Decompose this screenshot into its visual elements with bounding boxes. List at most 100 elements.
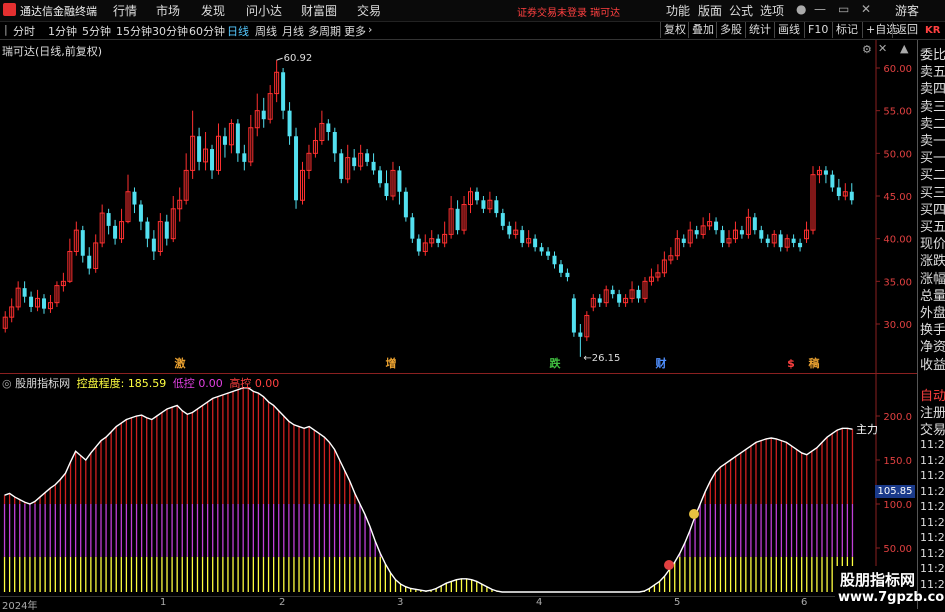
price-label: 60.00 xyxy=(883,64,912,75)
collapse-icon[interactable]: ▲ xyxy=(900,42,908,55)
menu-bar: 通达信金融终端 行情 市场 发现 问小达 财富圈 交易 证券交易未登录 瑞可达 … xyxy=(0,0,945,22)
period-week[interactable]: 周线 xyxy=(255,23,277,39)
quote-field-label: 收益 xyxy=(920,357,945,373)
signal-icon xyxy=(664,560,674,570)
trade-time: 11:29 xyxy=(920,562,945,575)
candle-body xyxy=(539,247,544,252)
candle-body xyxy=(520,230,525,243)
menu-banmian[interactable]: 版面 xyxy=(698,2,722,19)
login-alert[interactable]: 证券交易未登录 瑞可达 xyxy=(517,4,620,19)
btn-f10[interactable]: F10 xyxy=(804,22,828,38)
period-multi[interactable]: 多周期 xyxy=(308,23,341,39)
btn-biaoji[interactable]: 标记 xyxy=(832,22,858,38)
money-bag-icon xyxy=(689,509,699,519)
close-icon[interactable]: ✕ xyxy=(861,2,871,16)
zhuli-label: 主力 xyxy=(856,423,878,436)
toolbar-handle-icon: | xyxy=(4,23,8,36)
trade-time: 11:29 xyxy=(920,438,945,451)
guest-label[interactable]: 游客 xyxy=(895,2,919,19)
indicator-label: 50.00 xyxy=(883,544,912,555)
period-5min[interactable]: 5分钟 xyxy=(82,23,111,39)
candle-body xyxy=(636,289,641,299)
period-15min[interactable]: 15分钟 xyxy=(116,23,152,39)
candle-body xyxy=(474,191,479,201)
date-label: 1 xyxy=(160,597,167,608)
quote-field-label: 现价 xyxy=(920,237,945,253)
candle-body xyxy=(42,298,47,309)
trade-time: 11:29 xyxy=(920,453,945,467)
candle-body xyxy=(352,157,357,167)
btn-diejia[interactable]: 叠加 xyxy=(688,22,714,38)
indicator-toggle-icon[interactable]: ◎ xyxy=(2,377,12,390)
kr-label: KR xyxy=(925,25,941,36)
quote-field-label: 总量 xyxy=(920,288,945,304)
candle-body xyxy=(565,272,570,278)
quote-field-label: 买一 xyxy=(920,151,945,167)
period-30min[interactable]: 30分钟 xyxy=(152,23,188,39)
menu-jiaoyi[interactable]: 交易 xyxy=(357,2,381,19)
period-1min[interactable]: 1分钟 xyxy=(48,23,77,39)
candle-body xyxy=(365,153,370,162)
menu-xuanxiang[interactable]: 选项 xyxy=(760,2,784,19)
panel-tab[interactable]: 交易 xyxy=(920,419,945,438)
candle-body xyxy=(164,221,169,239)
watermark-title: 股朋指标网 xyxy=(840,571,916,589)
period-fenshi[interactable]: 分时 xyxy=(13,23,35,39)
restore-icon[interactable]: ▭ xyxy=(838,2,849,16)
gear-icon[interactable]: ⚙ xyxy=(862,43,872,56)
date-label: 4 xyxy=(536,597,543,608)
candle-body xyxy=(113,225,118,239)
candle-body xyxy=(138,204,143,222)
minimize-icon[interactable]: — xyxy=(814,2,826,16)
menu-hangqing[interactable]: 行情 xyxy=(113,2,137,19)
candle-body xyxy=(578,332,583,337)
menu-faxian[interactable]: 发现 xyxy=(201,2,225,19)
candle-body xyxy=(22,288,27,297)
price-label: 35.00 xyxy=(883,277,912,288)
candle-body xyxy=(552,255,557,265)
indicator-label: 200.0 xyxy=(883,412,912,423)
candle-body xyxy=(720,230,725,243)
candlestick-chart[interactable]: 60.00 55.00 50.00 45.00 40.00 35.00 30.00 60.92… xyxy=(0,40,917,373)
candle-body xyxy=(145,221,150,239)
menu-shichang[interactable]: 市场 xyxy=(156,2,180,19)
price-label: 40.00 xyxy=(883,235,912,246)
candle-body xyxy=(694,230,699,235)
candle-body xyxy=(765,238,770,243)
period-60min[interactable]: 60分钟 xyxy=(189,23,225,39)
period-day[interactable]: 日线 xyxy=(227,23,249,39)
candle-body xyxy=(714,221,719,231)
indicator-label: 150.0 xyxy=(883,456,912,467)
menu-gongshi[interactable]: 公式 xyxy=(729,2,753,19)
btn-fuquan[interactable]: 复权 xyxy=(660,22,686,38)
chevron-right-icon[interactable]: › xyxy=(368,23,372,36)
candle-body xyxy=(80,230,85,256)
quote-field-label: 买四 xyxy=(920,202,945,218)
candle-body xyxy=(326,123,331,132)
trade-time: 11:29 xyxy=(920,515,945,529)
app-title: 通达信金融终端 xyxy=(20,5,97,18)
quote-field-label: 涨幅 xyxy=(920,271,945,287)
candle-body xyxy=(132,191,137,205)
high-pointer xyxy=(276,57,283,61)
btn-fanhui[interactable]: 返回 xyxy=(892,22,918,38)
candle-body xyxy=(106,213,111,226)
btn-duogu[interactable]: 多股 xyxy=(716,22,742,38)
candle-body xyxy=(378,170,383,184)
candle-body xyxy=(371,161,376,171)
candle-body xyxy=(29,296,34,307)
trade-time: 11:29 xyxy=(920,531,945,544)
period-more[interactable]: 更多 xyxy=(344,23,366,39)
menu-wenxiaoda[interactable]: 问小达 xyxy=(246,2,282,19)
candle-body xyxy=(558,264,563,273)
indicator-chart[interactable]: 200.0 150.0 100.0 50.00 xyxy=(0,374,917,596)
menu-gongneng[interactable]: 功能 xyxy=(666,2,690,19)
menu-caifuquan[interactable]: 财富圈 xyxy=(301,2,337,19)
btn-huaxian[interactable]: 画线 xyxy=(774,22,800,38)
close-chart-icon[interactable]: ✕ xyxy=(878,42,887,55)
candle-body xyxy=(455,208,460,231)
btn-tongji[interactable]: 统计 xyxy=(745,22,771,38)
period-month[interactable]: 月线 xyxy=(282,23,304,39)
low-label: ←26.15 xyxy=(583,353,620,364)
user-icon[interactable]: ● xyxy=(796,2,806,16)
